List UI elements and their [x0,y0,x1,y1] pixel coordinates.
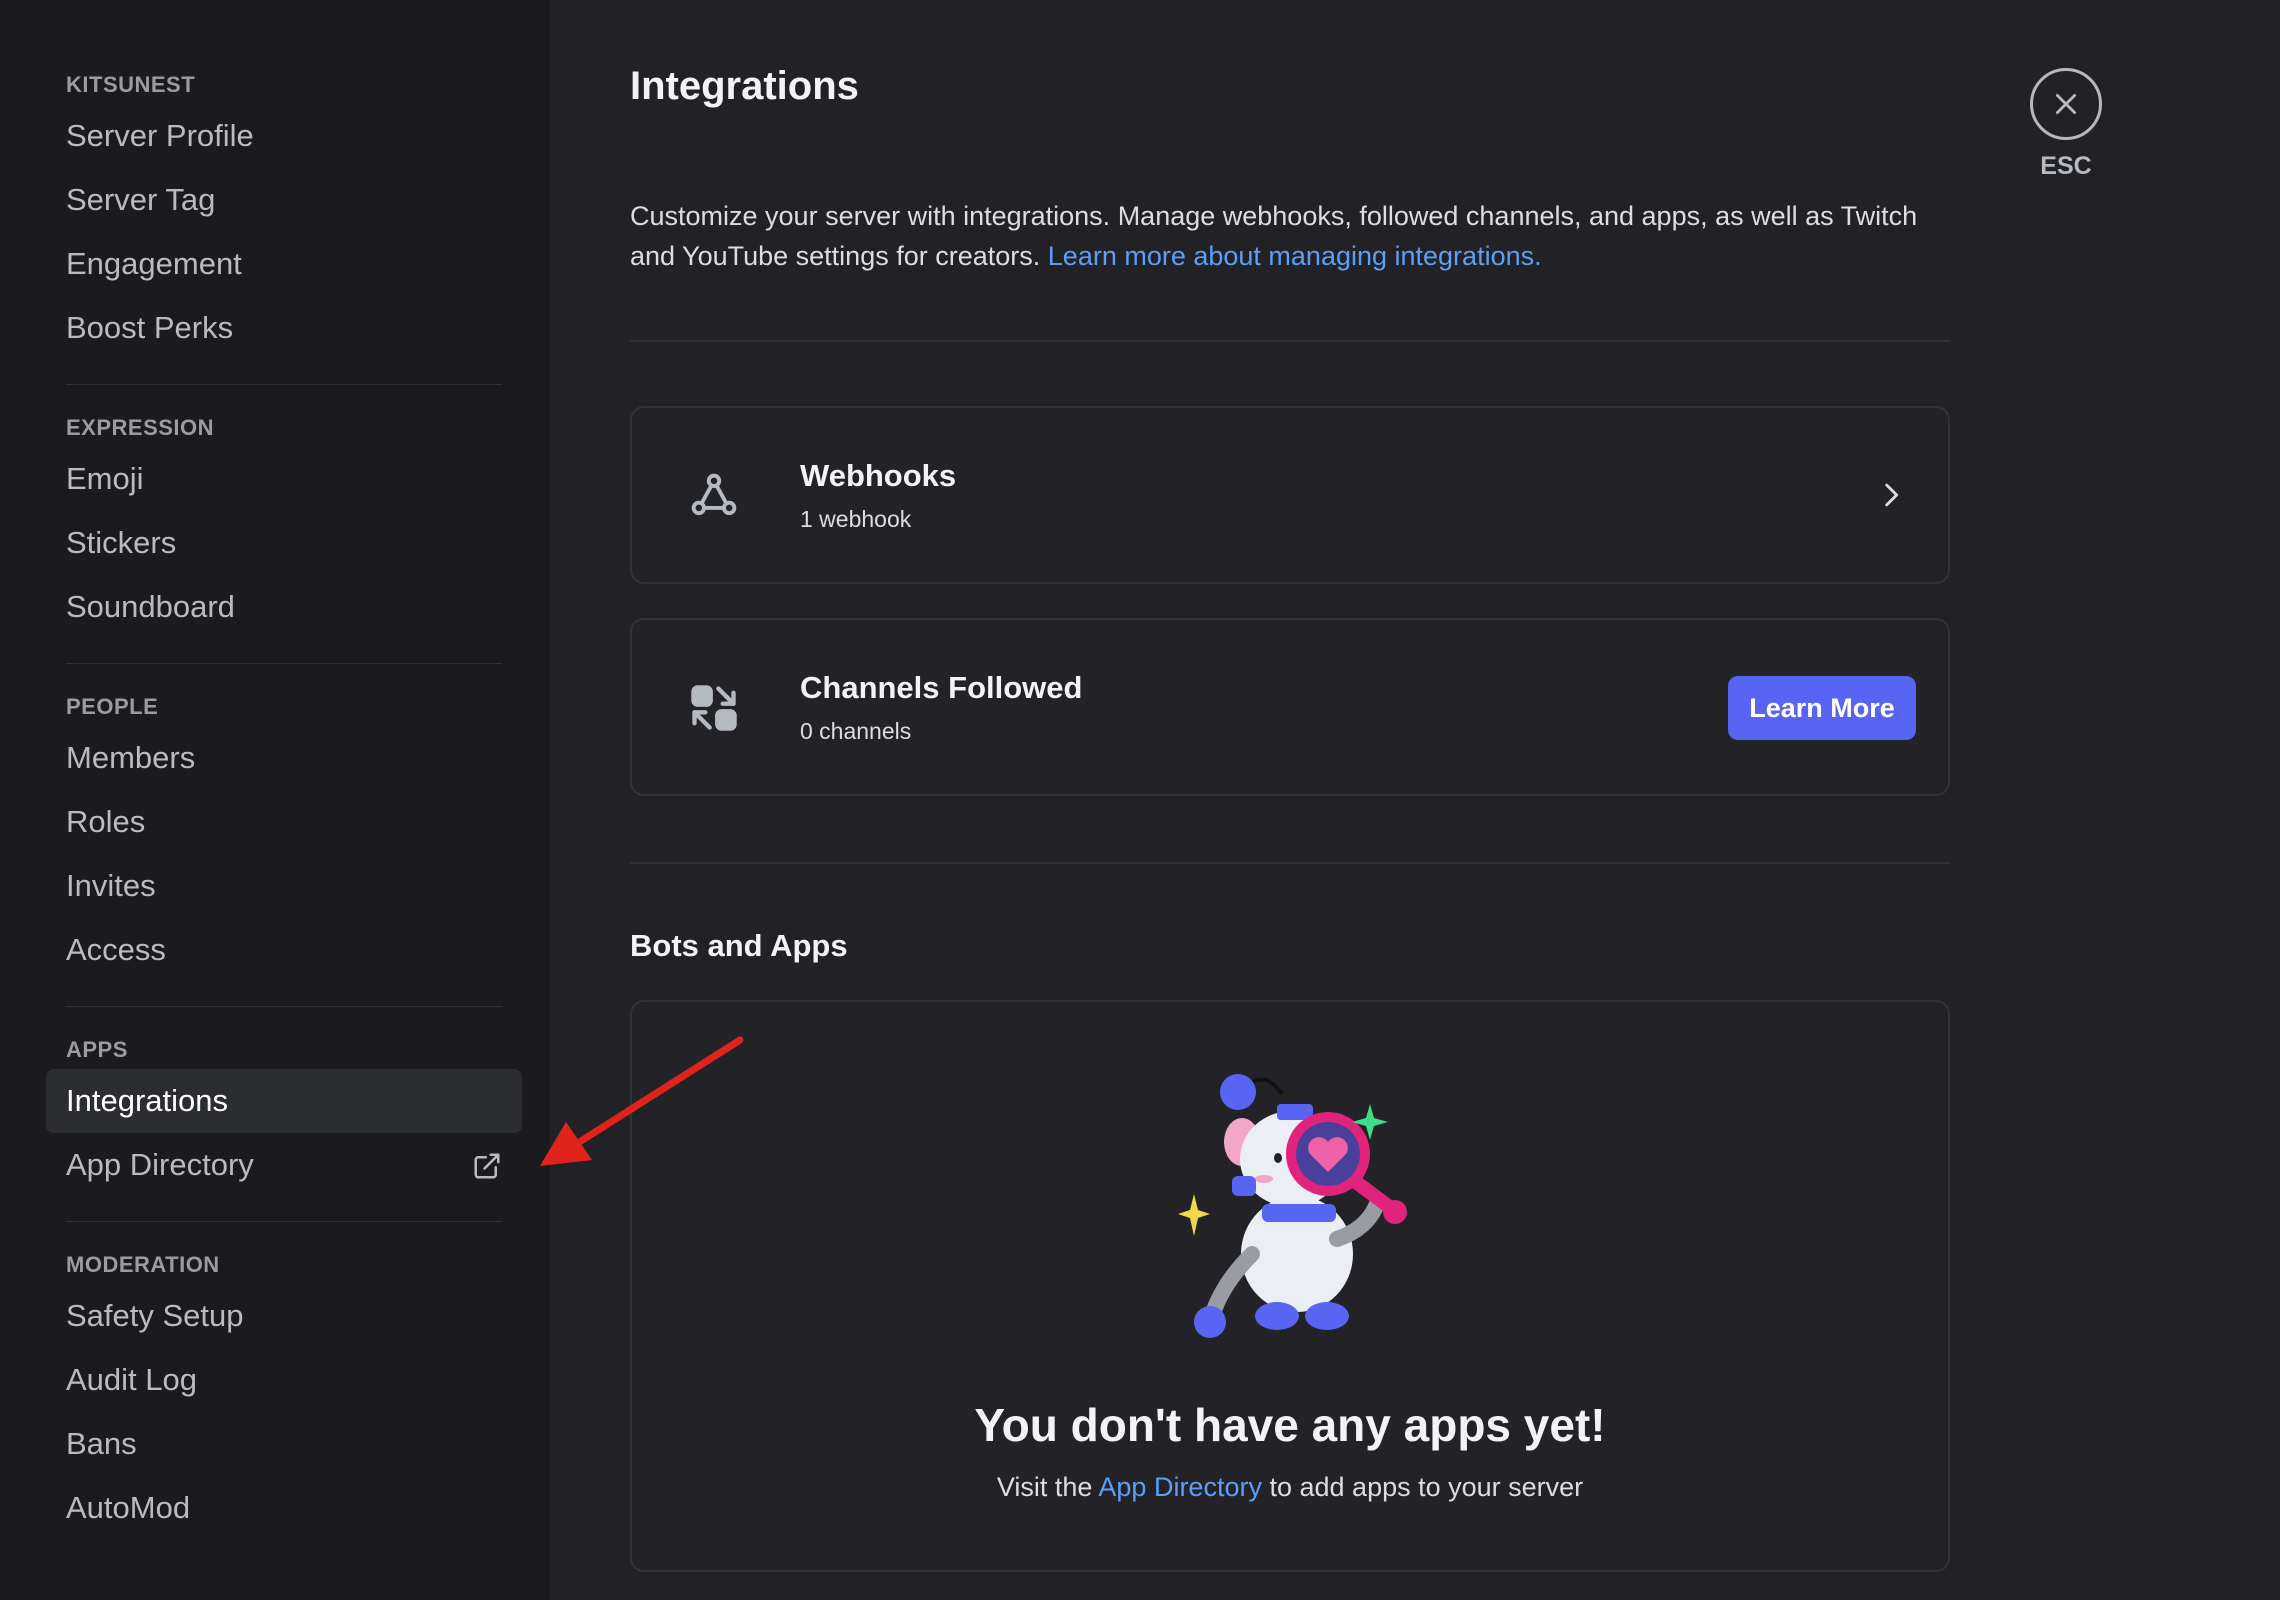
sidebar-item-access[interactable]: Access [46,918,522,982]
channels-followed-title: Channels Followed [800,670,1083,705]
section-header-moderation: MODERATION [66,1252,220,1277]
section-divider [630,340,1950,342]
section-header-people: PEOPLE [66,694,159,719]
sidebar-item-emoji[interactable]: Emoji [46,447,522,511]
app-window: KITSUNEST Server Profile Server Tag Enga… [0,0,2280,1600]
empty-state-subtitle: Visit the App Directory to add apps to y… [632,1472,1948,1503]
empty-state-title: You don't have any apps yet! [974,1399,1606,1451]
close-settings: ESC [2030,68,2102,181]
sidebar-item-automod[interactable]: AutoMod [46,1476,522,1540]
sidebar-item-stickers[interactable]: Stickers [46,511,522,575]
sidebar-item-boost-perks[interactable]: Boost Perks [46,296,522,360]
sidebar-divider [66,663,502,664]
chevron-right-icon [1885,483,1899,507]
bots-and-apps-title: Bots and Apps [630,928,848,963]
sidebar-item-members[interactable]: Members [46,726,522,790]
channels-followed-icon [691,685,737,731]
sidebar-item-server-profile[interactable]: Server Profile [46,104,522,168]
sidebar-item-invites[interactable]: Invites [46,854,522,918]
empty-state-suffix: to add apps to your server [1269,1472,1584,1502]
close-icon [2055,93,2077,115]
sidebar-item-soundboard[interactable]: Soundboard [46,575,522,639]
channels-followed-count: 0 channels [800,718,912,744]
empty-state-prefix: Visit the [996,1472,1093,1502]
robot-mascot-illustration [1178,1074,1407,1338]
close-button[interactable] [2030,68,2102,140]
sidebar-item-safety-setup[interactable]: Safety Setup [46,1284,522,1348]
sidebar-item-engagement[interactable]: Engagement [46,232,522,296]
sidebar-item-app-directory[interactable]: App Directory [46,1133,522,1197]
sidebar-divider [66,384,502,385]
sidebar-item-roles[interactable]: Roles [46,790,522,854]
learn-more-button[interactable]: Learn More [1728,676,1916,740]
sidebar-item-bans[interactable]: Bans [46,1412,522,1476]
esc-label: ESC [2040,152,2092,180]
sidebar-nav: KITSUNEST Server Profile Server Tag Enga… [46,66,522,1540]
integrations-panel: Integrations Customize your server with … [630,0,1950,1600]
channels-followed-card: Channels Followed 0 channels Learn More [630,618,1950,796]
annotation-arrow-icon [540,1036,744,1166]
webhooks-card[interactable]: Webhooks 1 webhook [630,406,1950,584]
learn-more-integrations-link[interactable]: Learn more about managing integrations. [1048,241,1542,271]
settings-sidebar: KITSUNEST Server Profile Server Tag Enga… [0,0,550,1600]
sidebar-divider [66,1006,502,1007]
section-header-apps: APPS [66,1037,128,1062]
webhooks-count: 1 webhook [800,506,912,532]
sidebar-item-label: App Directory [66,1147,254,1182]
sidebar-item-integrations[interactable]: Integrations [46,1069,522,1133]
external-link-icon [474,1153,500,1179]
page-title: Integrations [630,64,859,108]
intro-text: Customize your server with integrations.… [630,196,1950,276]
webhooks-title: Webhooks [800,458,957,493]
section-header-kitsunest: KITSUNEST [66,72,196,97]
sidebar-item-audit-log[interactable]: Audit Log [46,1348,522,1412]
section-divider [630,862,1950,864]
app-directory-link[interactable]: App Directory [1098,1472,1262,1502]
sidebar-divider [66,1221,502,1222]
section-header-expression: EXPRESSION [66,415,215,440]
webhook-icon [691,473,737,516]
bots-and-apps-empty-state: You don't have any apps yet! Visit the A… [630,1000,1950,1572]
sidebar-item-server-tag[interactable]: Server Tag [46,168,522,232]
